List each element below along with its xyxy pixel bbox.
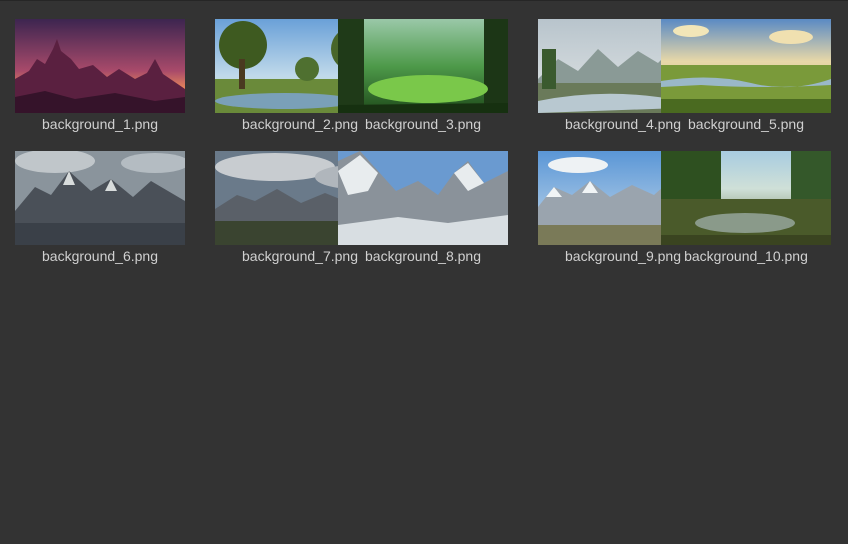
file-item[interactable]: background_1.png <box>0 0 200 132</box>
file-item[interactable]: background_3.png <box>323 0 523 132</box>
image-thumbnail <box>15 151 185 245</box>
file-name-label: background_10.png <box>684 248 808 264</box>
file-name-label: background_1.png <box>42 116 158 132</box>
image-thumbnail <box>661 151 831 245</box>
file-name-label: background_6.png <box>42 248 158 264</box>
file-name-label: background_5.png <box>688 116 804 132</box>
file-grid: background_1.png background_2.png backgr… <box>0 0 848 544</box>
image-thumbnail <box>15 19 185 113</box>
image-thumbnail <box>338 19 508 113</box>
file-item[interactable]: background_5.png <box>646 0 846 132</box>
file-item[interactable]: background_10.png <box>646 132 846 264</box>
image-thumbnail <box>661 19 831 113</box>
file-item[interactable]: background_6.png <box>0 132 200 264</box>
file-item[interactable]: background_8.png <box>323 132 523 264</box>
file-name-label: background_8.png <box>365 248 481 264</box>
file-name-label: background_3.png <box>365 116 481 132</box>
image-thumbnail <box>338 151 508 245</box>
